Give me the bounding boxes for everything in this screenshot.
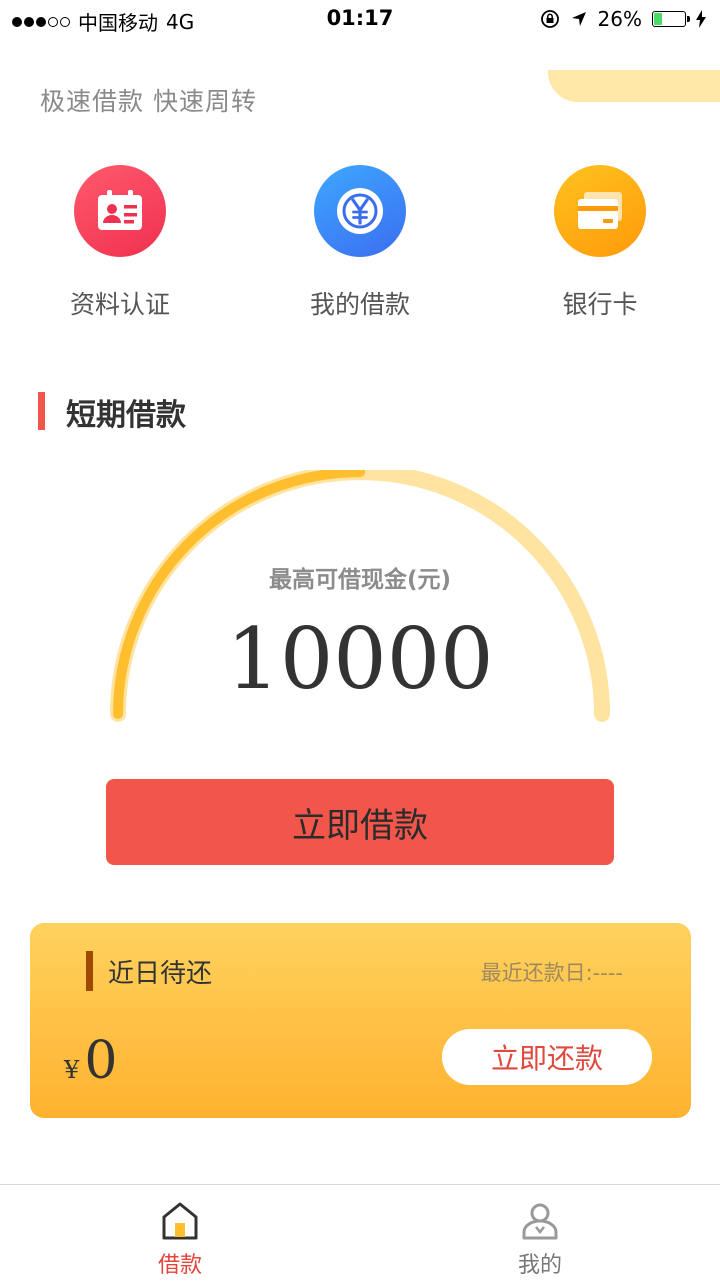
- status-bar: 中国移动 4G 01:17 26%: [0, 0, 720, 38]
- repay-title: 近日待还: [108, 959, 213, 989]
- latest-repay-date: 最近还款日:----: [480, 961, 623, 985]
- user-icon: [522, 1203, 558, 1240]
- currency-symbol: ¥: [64, 1056, 80, 1084]
- tab-mine[interactable]: 我的: [360, 1185, 720, 1281]
- repay-amount-value: 0: [84, 1031, 118, 1091]
- shortcut-label: 资料认证: [69, 290, 170, 319]
- tab-label: 我的: [517, 1253, 562, 1278]
- shortcut-label: 我的借款: [309, 290, 410, 319]
- yen-coin-icon: [314, 165, 406, 257]
- repay-accent-bar: [86, 951, 93, 991]
- tab-bar: 借款 我的: [0, 1184, 720, 1281]
- id-card-icon: [74, 165, 166, 257]
- battery-level: [654, 13, 663, 25]
- battery-icon: [652, 11, 690, 27]
- max-loan-amount: 10000: [226, 610, 494, 708]
- shortcut-my-loans[interactable]: 我的借款: [240, 165, 480, 321]
- shortcut-bank-card[interactable]: 银行卡: [480, 165, 720, 321]
- home-icon: [162, 1202, 198, 1240]
- tab-label: 借款: [157, 1253, 202, 1278]
- bank-card-icon: [554, 165, 646, 257]
- repay-now-button[interactable]: 立即还款: [442, 1029, 652, 1085]
- borrow-now-button[interactable]: 立即借款: [106, 779, 614, 865]
- location-arrow-icon: [571, 12, 586, 26]
- slogan-text: 极速借款 快速周转: [40, 87, 257, 116]
- tab-borrow[interactable]: 借款: [0, 1185, 360, 1281]
- status-right: 26%: [540, 7, 706, 31]
- repay-amount: ¥ 0: [64, 1031, 117, 1091]
- repayment-card: 近日待还 最近还款日:---- ¥ 0 立即还款: [30, 923, 691, 1118]
- banner-edge[interactable]: [548, 70, 720, 102]
- shortcut-label: 银行卡: [562, 290, 638, 319]
- section-title: 短期借款: [66, 398, 186, 433]
- shortcut-profile-verification[interactable]: 资料认证: [0, 165, 240, 321]
- charging-bolt-icon: [696, 10, 706, 28]
- section-accent-bar: [38, 392, 45, 430]
- rotation-lock-icon: [540, 10, 559, 28]
- battery-percent: 26%: [597, 7, 642, 31]
- max-loan-label: 最高可借现金(元): [268, 567, 452, 593]
